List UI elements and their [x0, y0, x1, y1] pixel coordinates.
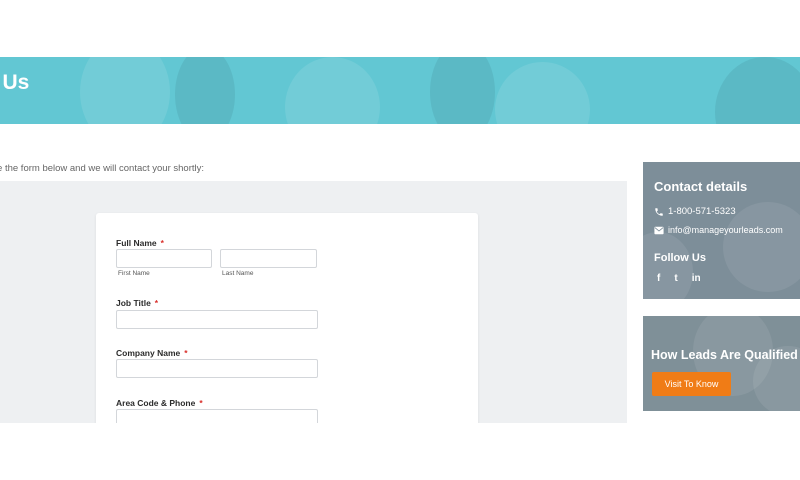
hero-photo-decoration — [175, 57, 235, 124]
company-name-label: Company Name * — [116, 348, 188, 358]
job-title-input[interactable] — [116, 310, 318, 329]
job-title-label: Job Title * — [116, 298, 158, 308]
contact-details-title: Contact details — [654, 179, 748, 194]
form-intro-text: lete the form below and we will contact … — [0, 163, 205, 174]
social-links: f t in — [657, 273, 715, 284]
hero-photo-decoration — [715, 57, 800, 124]
required-marker: * — [154, 298, 159, 308]
company-name-input[interactable] — [116, 359, 318, 378]
phone-input[interactable] — [116, 409, 318, 423]
required-marker: * — [184, 348, 188, 358]
visit-to-know-button[interactable]: Visit To Know — [652, 372, 731, 396]
hero-photo-decoration — [80, 57, 170, 124]
page-title: ct Us — [0, 71, 30, 94]
facebook-icon[interactable]: f — [657, 273, 660, 284]
email-row: info@manageyourleads.com — [654, 225, 783, 235]
first-name-input[interactable] — [116, 249, 212, 268]
required-marker: * — [160, 238, 164, 248]
full-name-label-text: Full Name — [116, 238, 157, 248]
envelope-icon — [654, 226, 664, 234]
contact-page: ct Us lete the form below and we will co… — [0, 0, 800, 480]
last-name-sub-label: Last Name — [222, 270, 254, 277]
required-marker: * — [199, 398, 203, 408]
twitter-icon[interactable]: t — [674, 273, 677, 284]
form-section: Full Name * First Name Last Name Job Titl… — [0, 181, 627, 423]
first-name-sub-label: First Name — [118, 270, 150, 277]
card-photo-decoration — [643, 232, 693, 299]
qualified-leads-card: How Leads Are Qualified Visit To Know — [643, 316, 800, 411]
phone-row: 1-800-571-5323 — [654, 206, 736, 217]
linkedin-icon[interactable]: in — [692, 273, 701, 284]
phone-label: Area Code & Phone * — [116, 398, 203, 408]
phone-number[interactable]: 1-800-571-5323 — [668, 206, 736, 217]
hero-banner: ct Us — [0, 57, 800, 124]
full-name-label: Full Name * — [116, 238, 164, 248]
phone-label-text: Area Code & Phone — [116, 398, 196, 408]
hero-photo-decoration — [495, 62, 590, 124]
contact-form: Full Name * First Name Last Name Job Titl… — [96, 213, 478, 423]
phone-icon — [655, 207, 663, 216]
follow-us-title: Follow Us — [654, 252, 706, 264]
hero-photo-decoration — [285, 57, 380, 124]
job-title-label-text: Job Title — [116, 298, 151, 308]
email-address[interactable]: info@manageyourleads.com — [668, 225, 783, 235]
contact-details-card: Contact details 1-800-571-5323 info@mana… — [643, 162, 800, 299]
qualified-leads-title: How Leads Are Qualified — [651, 348, 798, 362]
hero-photo-decoration — [430, 57, 495, 124]
company-name-label-text: Company Name — [116, 348, 181, 358]
last-name-input[interactable] — [220, 249, 317, 268]
